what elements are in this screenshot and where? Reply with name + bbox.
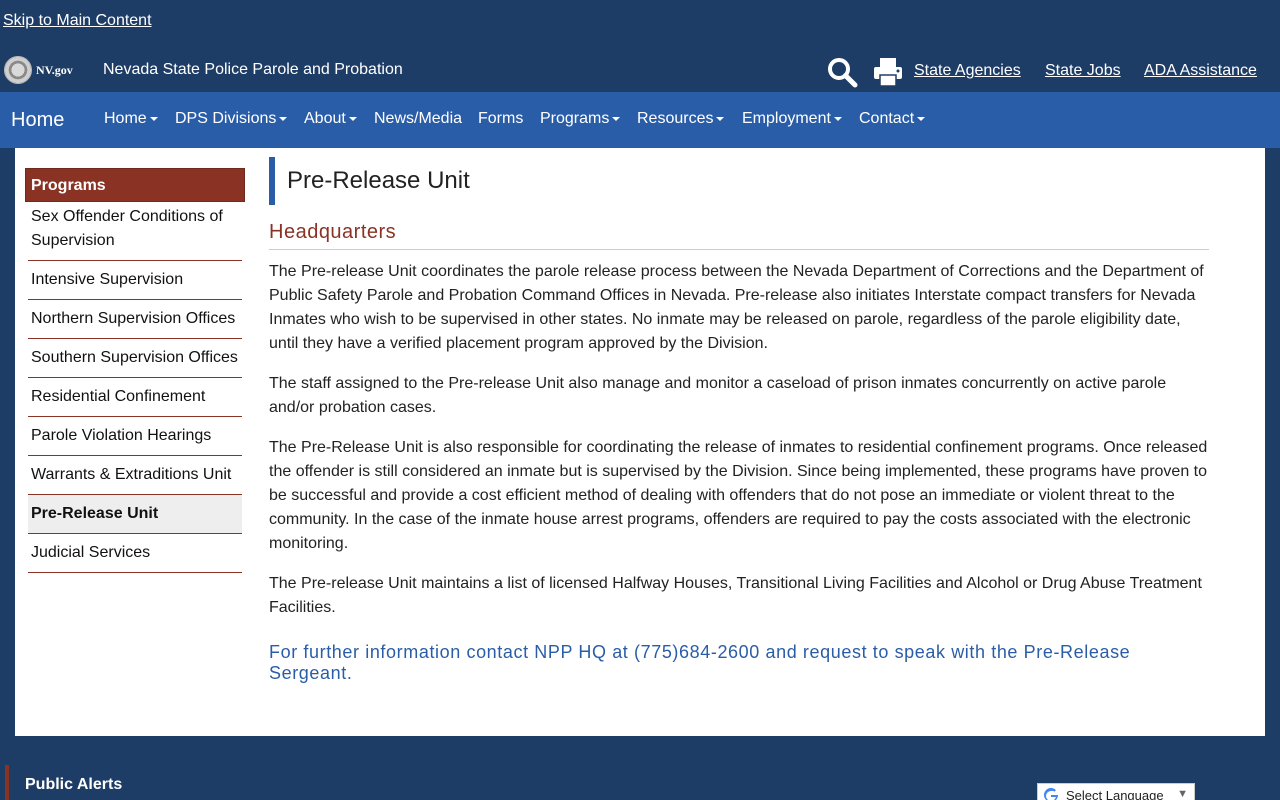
caret-down-icon <box>149 116 158 121</box>
nav-programs[interactable]: Programs <box>540 110 621 128</box>
nav-brand-home[interactable]: Home <box>11 109 64 132</box>
dropdown-arrow-icon: ▼ <box>1177 788 1188 800</box>
main-content: Pre-Release Unit Headquarters The Pre-re… <box>269 157 1209 684</box>
contact-note: For further information contact NPP HQ a… <box>269 642 1131 683</box>
sidebar-item-judicial-services[interactable]: Judicial Services <box>28 534 242 573</box>
paragraph: The Pre-release Unit maintains a list of… <box>269 575 1202 616</box>
language-select[interactable]: Select Language ▼ <box>1037 783 1195 800</box>
sidebar-item-warrants-extraditions[interactable]: Warrants & Extraditions Unit <box>28 456 242 495</box>
sidebar-item-northern-offices[interactable]: Northern Supervision Offices <box>28 300 242 339</box>
agency-name[interactable]: Nevada State Police Parole and Probation <box>103 61 403 79</box>
page-title: Pre-Release Unit <box>269 157 1209 205</box>
sidebar-item-parole-violation-hearings[interactable]: Parole Violation Hearings <box>28 417 242 456</box>
sidebar-item-southern-offices[interactable]: Southern Supervision Offices <box>28 339 242 378</box>
google-icon <box>1044 788 1058 800</box>
paragraph: The Pre-release Unit coordinates the par… <box>269 263 1204 352</box>
nav-employment[interactable]: Employment <box>742 110 842 128</box>
search-icon[interactable] <box>826 56 858 88</box>
sidebar-heading[interactable]: Programs <box>25 168 245 202</box>
nevada-seal-icon[interactable] <box>4 56 32 84</box>
footer: Public Alerts Select Language ▼ <box>0 736 1280 800</box>
sidebar-item-sex-offender-conditions[interactable]: Sex Offender Conditions of Supervision <box>28 202 242 261</box>
paragraph: The staff assigned to the Pre-release Un… <box>269 375 1167 416</box>
sidebar-item-intensive-supervision[interactable]: Intensive Supervision <box>28 261 242 300</box>
caret-down-icon <box>279 116 288 121</box>
nav-contact[interactable]: Contact <box>859 110 926 128</box>
nav-forms[interactable]: Forms <box>478 110 523 128</box>
nav-about[interactable]: About <box>304 110 357 128</box>
nav-news-media[interactable]: News/Media <box>374 110 462 128</box>
nav-dps-divisions[interactable]: DPS Divisions <box>175 110 288 128</box>
sidebar-item-residential-confinement[interactable]: Residential Confinement <box>28 378 242 417</box>
sidebar: Programs Sex Offender Conditions of Supe… <box>25 168 245 573</box>
language-select-label: Select Language <box>1066 788 1164 800</box>
printer-icon[interactable] <box>872 56 904 88</box>
sidebar-item-pre-release-unit[interactable]: Pre-Release Unit <box>28 495 242 534</box>
caret-down-icon <box>917 116 926 121</box>
top-header: NV.gov Nevada State Police Parole and Pr… <box>0 46 1280 92</box>
nav-resources[interactable]: Resources <box>637 110 725 128</box>
caret-down-icon <box>348 116 357 121</box>
state-agencies-link[interactable]: State Agencies <box>914 62 1021 80</box>
nvgov-logo[interactable]: NV.gov <box>36 63 73 78</box>
caret-down-icon <box>612 116 621 121</box>
main-nav: Home Home DPS Divisions About News/Media… <box>0 92 1280 148</box>
section-heading: Headquarters <box>269 221 1209 250</box>
skip-to-main-link[interactable]: Skip to Main Content <box>3 12 152 30</box>
paragraph: The Pre-Release Unit is also responsible… <box>269 439 1208 552</box>
content-area: Programs Sex Offender Conditions of Supe… <box>15 148 1265 736</box>
caret-down-icon <box>716 116 725 121</box>
caret-down-icon <box>833 116 842 121</box>
state-jobs-link[interactable]: State Jobs <box>1045 62 1121 80</box>
public-alerts-heading: Public Alerts <box>5 765 122 800</box>
nav-home[interactable]: Home <box>104 110 158 128</box>
ada-assistance-link[interactable]: ADA Assistance <box>1144 62 1257 80</box>
